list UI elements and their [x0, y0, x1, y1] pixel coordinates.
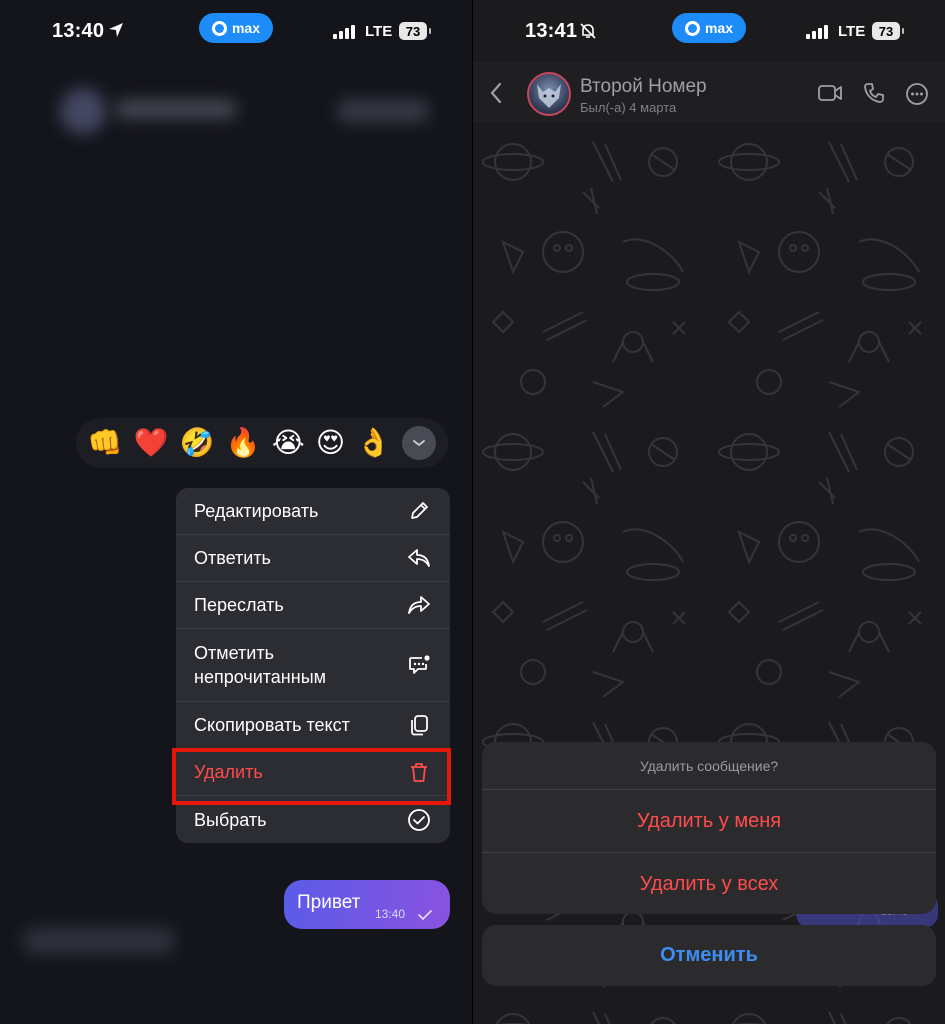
status-time: 13:41	[525, 20, 578, 42]
sent-check-icon	[417, 908, 433, 926]
message-time: 13:40	[375, 907, 406, 921]
max-logo-icon	[684, 20, 700, 36]
max-app-pill[interactable]: max	[672, 13, 746, 43]
menu-item-copy-text[interactable]: Скопировать текст	[176, 702, 450, 749]
signal-icon	[333, 25, 357, 39]
network-label: LTE	[838, 23, 866, 40]
delete-action-sheet: Удалить сообщение? Удалить у меня Удалит…	[482, 742, 936, 914]
blurred-input	[24, 928, 174, 954]
reply-icon	[406, 545, 432, 571]
battery-indicator: 73	[399, 22, 431, 40]
menu-item-label: Скопировать текст	[194, 715, 350, 735]
menu-item-reply[interactable]: Ответить	[176, 535, 450, 582]
delete-highlight-frame	[172, 748, 451, 805]
more-options-icon[interactable]	[905, 82, 929, 111]
max-app-label: max	[231, 20, 261, 36]
reaction-heart-eyes[interactable]: 😍	[316, 429, 345, 457]
delete-for-all-button[interactable]: Удалить у всех	[482, 853, 936, 914]
left-screen: 13:40 max LTE 73 👊 ❤️ 🤣 🔥 😭 😍 👌 Редактир…	[0, 0, 472, 1024]
max-logo-icon	[211, 20, 227, 36]
contact-name[interactable]: Второй Номер	[580, 76, 707, 98]
status-bar: 13:40 max LTE 73	[0, 0, 472, 62]
menu-item-forward[interactable]: Переслать	[176, 582, 450, 629]
video-call-icon[interactable]	[817, 82, 843, 109]
back-arrow-icon[interactable]	[489, 82, 503, 109]
status-bar: 13:41 max LTE 73	[473, 0, 945, 62]
check-circle-icon	[406, 807, 432, 833]
reaction-heart[interactable]: ❤️	[134, 429, 169, 457]
sheet-question: Удалить сообщение?	[482, 742, 936, 790]
last-seen: Был(-а) 4 марта	[580, 100, 677, 115]
more-reactions-button[interactable]	[402, 426, 437, 460]
reaction-bar: 👊 ❤️ 🤣 🔥 😭 😍 👌	[76, 418, 448, 468]
cancel-button[interactable]: Отменить	[482, 925, 936, 986]
network-label: LTE	[365, 23, 393, 40]
unread-icon	[406, 652, 432, 678]
chevron-down-icon	[413, 440, 426, 447]
menu-item-label: Отметить непрочитанным	[194, 643, 327, 687]
menu-item-label: Выбрать	[194, 809, 267, 830]
right-screen: 13:41 max LTE 73 Второй Номер Был(-а) 4 …	[473, 0, 945, 1024]
reaction-thumb[interactable]: 👊	[88, 429, 123, 457]
reaction-fire[interactable]: 🔥	[226, 429, 261, 457]
bell-muted-icon	[579, 22, 597, 45]
max-app-label: max	[704, 20, 734, 36]
reaction-ok[interactable]: 👌	[356, 429, 391, 457]
forward-icon	[406, 592, 432, 618]
status-time: 13:40	[52, 20, 105, 42]
menu-item-label: Редактировать	[194, 501, 319, 521]
menu-item-edit[interactable]: Редактировать	[176, 488, 450, 535]
blurred-title	[116, 100, 236, 118]
menu-item-label: Ответить	[194, 548, 271, 568]
phone-icon[interactable]	[863, 82, 885, 109]
reaction-laugh[interactable]: 🤣	[180, 429, 215, 457]
blurred-avatar	[60, 88, 106, 134]
battery-indicator: 73	[872, 22, 904, 40]
location-arrow-icon	[108, 22, 124, 43]
message-bubble[interactable]: Привет 13:40	[284, 880, 450, 929]
copy-icon	[406, 712, 432, 738]
menu-item-label: Переслать	[194, 595, 284, 615]
avatar[interactable]	[527, 72, 571, 116]
chat-header: Второй Номер Был(-а) 4 марта	[473, 62, 945, 122]
pencil-icon	[406, 498, 432, 524]
menu-item-mark-unread[interactable]: Отметить непрочитанным	[176, 629, 450, 702]
max-app-pill[interactable]: max	[199, 13, 273, 43]
delete-for-me-button[interactable]: Удалить у меня	[482, 790, 936, 853]
blurred-header-icons	[338, 100, 428, 122]
signal-icon	[806, 25, 830, 39]
message-text: Привет	[297, 892, 361, 913]
reaction-cry[interactable]: 😭	[272, 429, 305, 457]
